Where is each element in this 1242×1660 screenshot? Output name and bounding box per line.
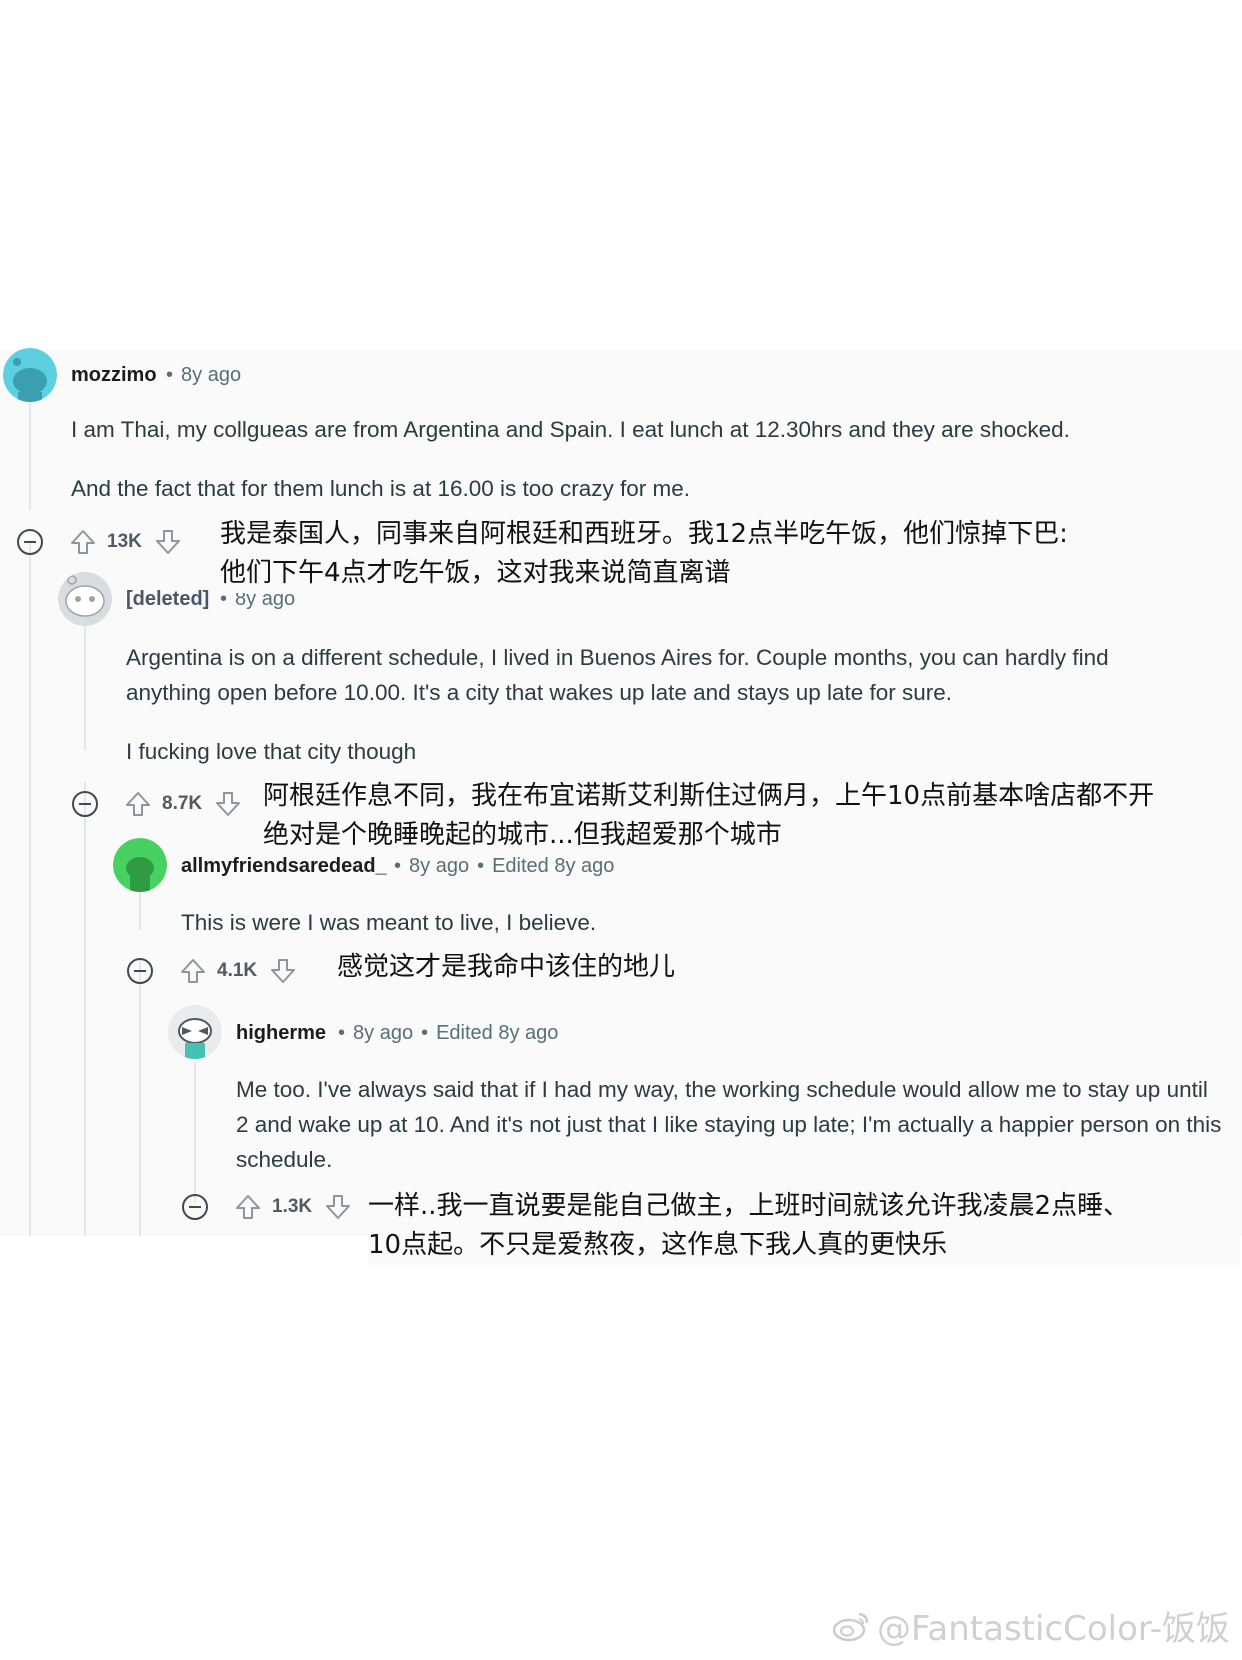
comment-actions: 8.7K: [72, 788, 242, 820]
avatar[interactable]: [168, 1005, 222, 1059]
comment-actions: 1.3K: [182, 1191, 352, 1223]
comment-paragraph: This is were I was meant to live, I beli…: [181, 910, 597, 935]
downvote-arrow-icon[interactable]: [214, 790, 242, 818]
upvote-arrow-icon[interactable]: [124, 790, 152, 818]
translation-caption: 一样..我一直说要是能自己做主，上班时间就该允许我凌晨2点睡、 10点起。不只是…: [368, 1187, 1240, 1265]
vote-count: 4.1K: [217, 960, 258, 981]
comment-actions: 4.1K: [127, 955, 297, 987]
comment-body: I am Thai, my collgueas are from Argenti…: [71, 412, 1221, 506]
translation-line: 一样..我一直说要是能自己做主，上班时间就该允许我凌晨2点睡、: [368, 1191, 1130, 1221]
watermark-text: @FantasticColor-饭饭: [876, 1609, 1230, 1649]
comment-body: This is were I was meant to live, I beli…: [181, 905, 1181, 940]
thread-line: [84, 625, 86, 750]
downvote-arrow-icon[interactable]: [154, 528, 182, 556]
comment-meta: • 8y ago • Edited 8y ago: [338, 1022, 559, 1044]
vote-count: 8.7K: [162, 793, 203, 814]
comment-edited: Edited 8y ago: [492, 855, 615, 877]
collapse-minus-icon[interactable]: [72, 791, 98, 817]
avatar[interactable]: [58, 572, 112, 626]
translation-line: 我是泰国人，同事来自阿根廷和西班牙。我12点半吃午饭，他们惊掉下巴:: [220, 519, 1068, 549]
translation-line: 阿根廷作息不同，我在布宜诺斯艾利斯住过俩月，上午10点前基本啥店都不开: [263, 781, 1155, 811]
thread-line: [194, 1062, 196, 1202]
comment-paragraph: I fucking love that city though: [126, 739, 417, 764]
comment-meta: • 8y ago • Edited 8y ago: [394, 855, 615, 877]
vote-count: 13K: [107, 531, 142, 552]
translation-line: 10点起。不只是爱熬夜，这作息下我人真的更快乐: [368, 1230, 948, 1260]
comment-paragraph: Me too. I've always said that if I had m…: [236, 1077, 1222, 1172]
downvote-arrow-icon[interactable]: [324, 1193, 352, 1221]
collapse-minus-icon[interactable]: [127, 958, 153, 984]
thread-line: [139, 890, 141, 930]
avatar[interactable]: [113, 838, 167, 892]
comment-body: Me too. I've always said that if I had m…: [236, 1072, 1226, 1177]
comment-username[interactable]: mozzimo: [71, 364, 157, 387]
thread-line: [84, 782, 86, 1236]
translation-caption: 阿根廷作息不同，我在布宜诺斯艾利斯住过俩月，上午10点前基本啥店都不开 绝对是个…: [263, 777, 1155, 855]
comment-body: Argentina is on a different schedule, I …: [126, 640, 1176, 769]
thread-line: [29, 390, 31, 510]
weibo-logo-icon: [832, 1612, 869, 1641]
comment-paragraph: Argentina is on a different schedule, I …: [126, 645, 1109, 705]
comment-username[interactable]: allmyfriendsaredead_: [181, 855, 387, 878]
vote-count: 1.3K: [272, 1196, 313, 1217]
upvote-arrow-icon[interactable]: [179, 957, 207, 985]
translation-caption: 感觉这才是我命中该住的地儿: [337, 948, 676, 987]
comment-actions: 13K: [17, 526, 182, 558]
avatar[interactable]: [3, 348, 57, 402]
comment-username[interactable]: higherme: [236, 1022, 326, 1045]
translation-caption: 我是泰国人，同事来自阿根廷和西班牙。我12点半吃午饭，他们惊掉下巴: 他们下午4…: [220, 515, 1068, 593]
thread-line: [29, 540, 31, 1236]
collapse-minus-icon[interactable]: [17, 529, 43, 555]
comment-edited: Edited 8y ago: [436, 1022, 559, 1044]
comment-username[interactable]: [deleted]: [126, 588, 209, 611]
comment-paragraph: I am Thai, my collgueas are from Argenti…: [71, 417, 1070, 442]
collapse-minus-icon[interactable]: [182, 1194, 208, 1220]
comment-meta: • 8y ago: [166, 364, 242, 386]
translation-line: 感觉这才是我命中该住的地儿: [337, 952, 676, 982]
translation-line: 他们下午4点才吃午饭，这对我来说简直离谱: [220, 558, 731, 588]
translation-line: 绝对是个晚睡晚起的城市...但我超爱那个城市: [263, 820, 782, 850]
upvote-arrow-icon[interactable]: [69, 528, 97, 556]
thread-line: [139, 960, 141, 1236]
comment-time: 8y ago: [409, 855, 470, 877]
comment-time: 8y ago: [353, 1022, 414, 1044]
comment-paragraph: And the fact that for them lunch is at 1…: [71, 476, 691, 501]
upvote-arrow-icon[interactable]: [234, 1193, 262, 1221]
downvote-arrow-icon[interactable]: [269, 957, 297, 985]
watermark: @FantasticColor-饭饭: [831, 1601, 1230, 1650]
comment-time: 8y ago: [181, 364, 242, 386]
